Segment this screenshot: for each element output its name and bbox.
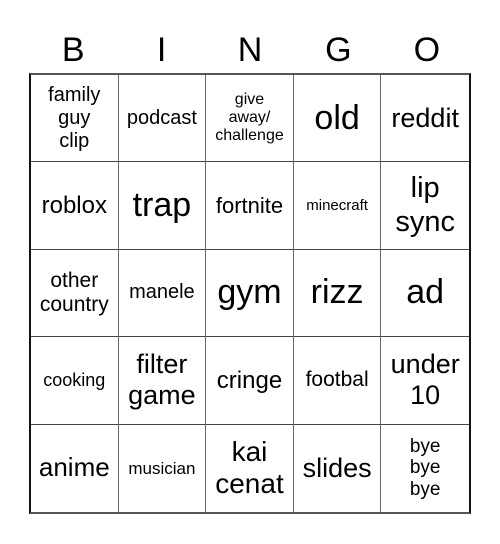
bingo-cell[interactable]: other country	[31, 249, 119, 338]
bingo-cell[interactable]: trap	[118, 162, 207, 250]
bingo-cell[interactable]: give away/ challenge	[206, 75, 294, 163]
bingo-cell[interactable]: footbal	[293, 337, 382, 425]
header-letter-b: B	[61, 31, 85, 69]
header-letter-n: N	[237, 31, 263, 69]
header-letter-o: O	[413, 31, 441, 69]
bingo-cell[interactable]: gym	[206, 249, 294, 338]
bingo-cell[interactable]: fortnite	[206, 162, 294, 250]
bingo-cell[interactable]: reddit	[381, 75, 469, 163]
bingo-cell[interactable]: lip sync	[381, 162, 469, 250]
header-letter-i: I	[156, 31, 167, 69]
bingo-cell[interactable]: manele	[118, 249, 207, 338]
bingo-cell[interactable]: minecraft	[293, 162, 382, 250]
bingo-cell[interactable]: rizz	[293, 249, 382, 338]
bingo-cell[interactable]: under 10	[381, 337, 469, 425]
bingo-cell[interactable]: ad	[381, 250, 469, 338]
bingo-cell[interactable]: roblox	[31, 162, 119, 250]
bingo-cell[interactable]: anime	[31, 424, 119, 512]
bingo-cell[interactable]: podcast	[118, 75, 207, 163]
bingo-cell[interactable]: musician	[119, 424, 207, 512]
bingo-grid: family guy clip podcast give away/ chall…	[29, 73, 471, 514]
bingo-cell[interactable]: bye bye bye	[381, 425, 469, 512]
bingo-header: B I N G O	[29, 28, 471, 72]
bingo-cell[interactable]: family guy clip	[31, 75, 119, 163]
bingo-cell[interactable]: cooking	[31, 337, 119, 425]
bingo-cell[interactable]: slides	[294, 424, 382, 512]
bingo-cell[interactable]: cringe	[206, 337, 294, 425]
bingo-cell[interactable]: kai cenat	[206, 424, 294, 512]
bingo-cell[interactable]: filter game	[118, 337, 207, 425]
bingo-cell[interactable]: old	[293, 75, 382, 163]
header-letter-g: G	[325, 31, 352, 69]
